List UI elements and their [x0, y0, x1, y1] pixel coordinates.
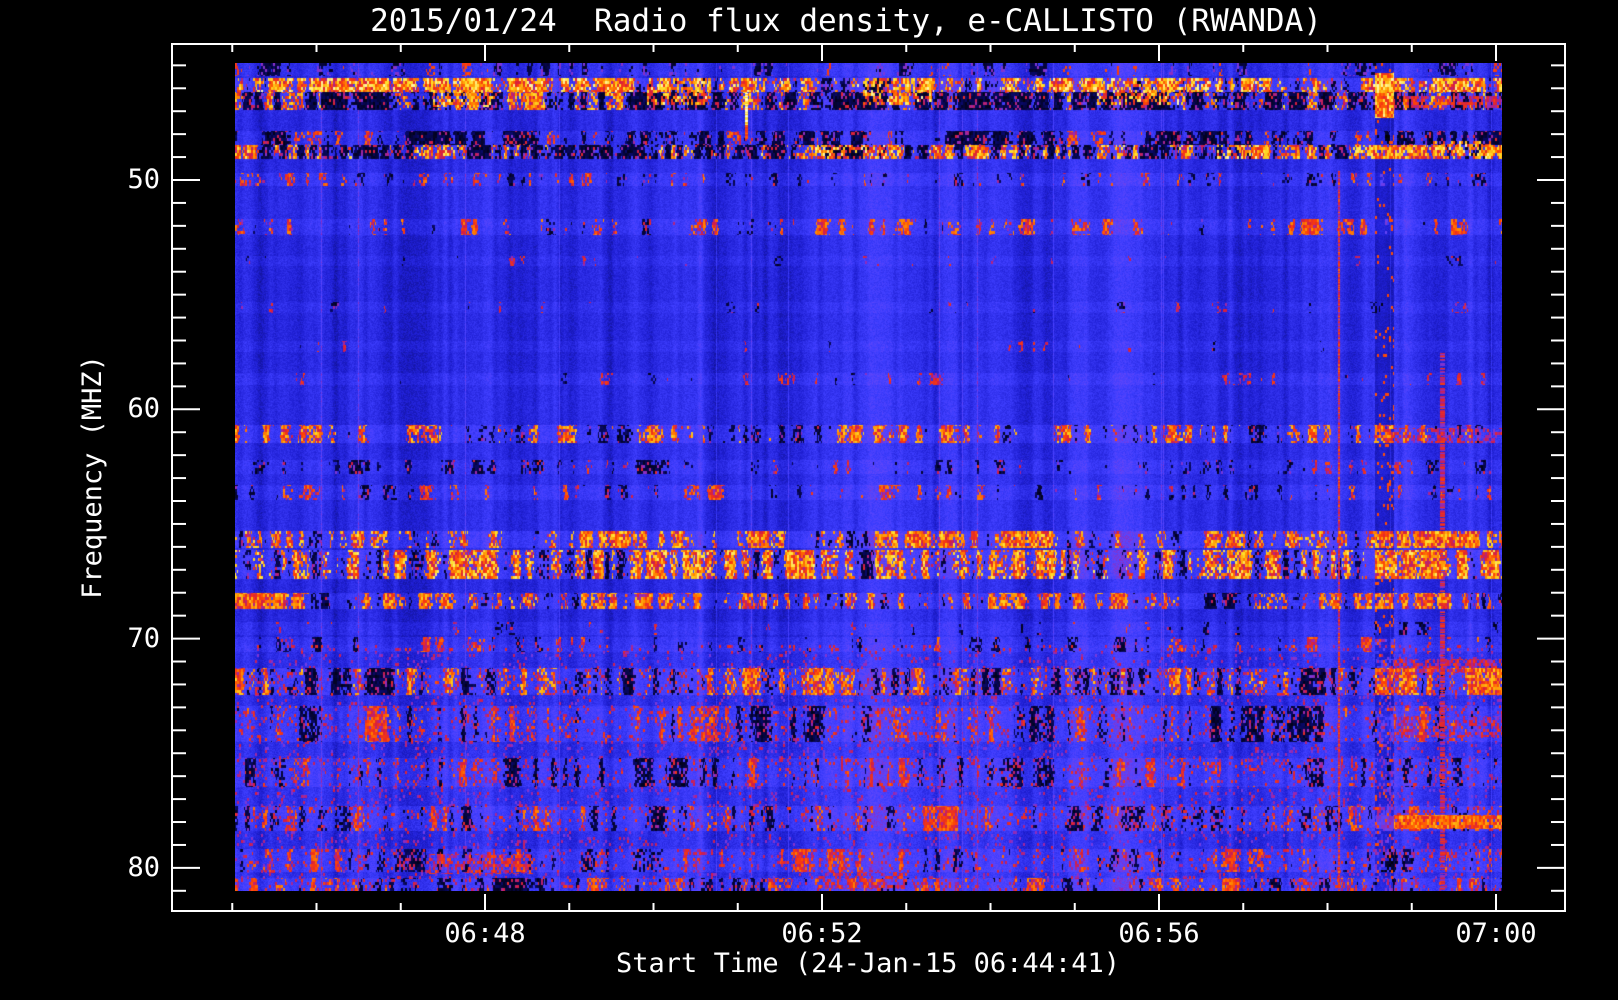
spectrogram-window: 2015/01/24 Radio flux density, e-CALLIST…: [0, 0, 1618, 1000]
x-tick-label: 07:00: [1455, 918, 1537, 949]
x-tick-label: 06:56: [1118, 918, 1200, 949]
x-tick-label: 06:48: [444, 918, 526, 949]
spectrogram-image: [235, 63, 1502, 891]
y-tick-label: 50: [127, 163, 160, 195]
plot-title: 2015/01/24 Radio flux density, e-CALLIST…: [370, 3, 1322, 39]
y-tick-label: 80: [127, 851, 160, 883]
y-tick-label: 60: [127, 393, 160, 425]
x-axis-title: Start Time (24-Jan-15 06:44:41): [616, 948, 1120, 979]
y-axis-title: Frequency (MHZ): [77, 355, 108, 599]
y-tick-label: 70: [127, 622, 160, 654]
x-tick-label: 06:52: [781, 918, 863, 949]
